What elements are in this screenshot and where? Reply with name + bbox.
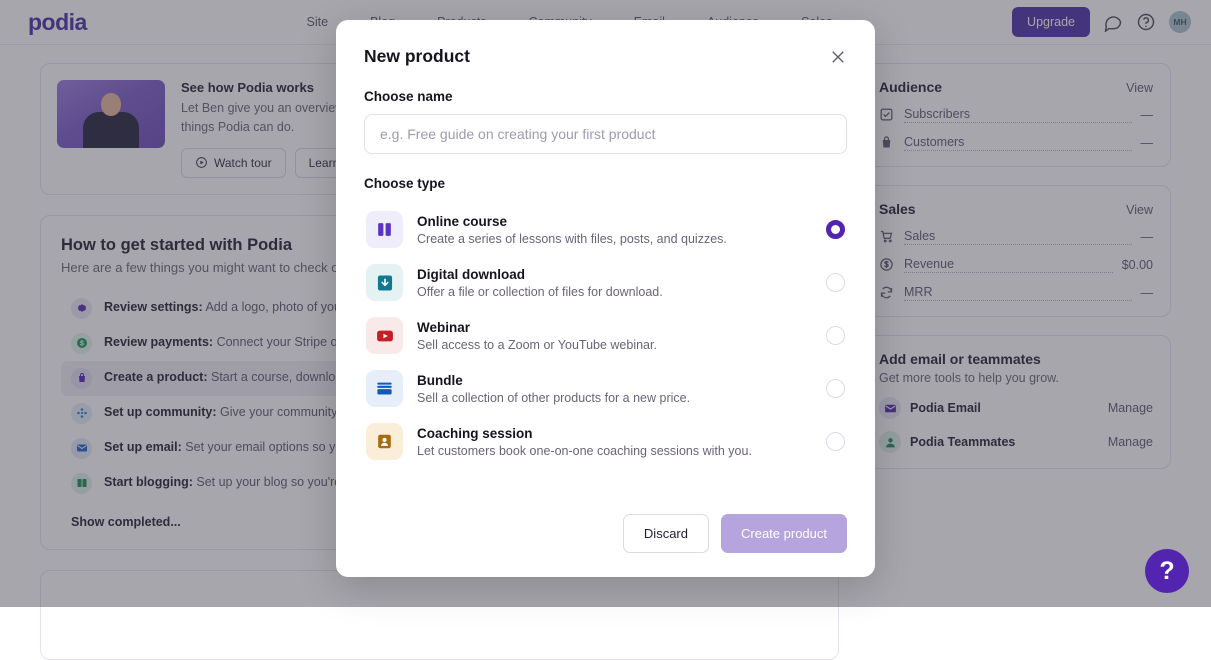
- course-columns-icon: [366, 211, 403, 248]
- option-text: Coaching session Let customers book one-o…: [417, 426, 812, 458]
- product-type-option[interactable]: Coaching session Let customers book one-o…: [364, 415, 847, 468]
- option-description: Offer a file or collection of files for …: [417, 285, 812, 299]
- option-description: Sell access to a Zoom or YouTube webinar…: [417, 338, 812, 352]
- option-name: Online course: [417, 214, 812, 229]
- discard-button[interactable]: Discard: [623, 514, 709, 553]
- choose-name-label: Choose name: [364, 89, 847, 104]
- option-radio[interactable]: [826, 273, 845, 292]
- option-radio[interactable]: [826, 379, 845, 398]
- choose-type-label: Choose type: [364, 176, 847, 191]
- option-name: Digital download: [417, 267, 812, 282]
- option-text: Online course Create a series of lessons …: [417, 214, 812, 246]
- option-name: Bundle: [417, 373, 812, 388]
- create-product-button[interactable]: Create product: [721, 514, 847, 553]
- option-description: Let customers book one-on-one coaching s…: [417, 444, 812, 458]
- modal-footer: Discard Create product: [364, 498, 847, 577]
- modal-header: New product: [364, 46, 847, 67]
- product-name-input[interactable]: [364, 114, 847, 154]
- option-text: Digital download Offer a file or collecti…: [417, 267, 812, 299]
- product-type-option[interactable]: Bundle Sell a collection of other product…: [364, 362, 847, 415]
- option-radio[interactable]: [826, 432, 845, 451]
- product-type-option[interactable]: Digital download Offer a file or collecti…: [364, 256, 847, 309]
- option-description: Create a series of lessons with files, p…: [417, 232, 812, 246]
- option-name: Webinar: [417, 320, 812, 335]
- close-icon[interactable]: [829, 48, 847, 66]
- product-type-options: Online course Create a series of lessons …: [364, 203, 847, 468]
- product-type-option[interactable]: Webinar Sell access to a Zoom or YouTube …: [364, 309, 847, 362]
- stack-icon: [366, 370, 403, 407]
- option-radio[interactable]: [826, 220, 845, 239]
- help-fab-button[interactable]: ?: [1145, 549, 1189, 593]
- option-name: Coaching session: [417, 426, 812, 441]
- option-description: Sell a collection of other products for …: [417, 391, 812, 405]
- product-type-option[interactable]: Online course Create a series of lessons …: [364, 203, 847, 256]
- person-badge-icon: [366, 423, 403, 460]
- option-radio[interactable]: [826, 326, 845, 345]
- play-icon: [366, 317, 403, 354]
- download-icon: [366, 264, 403, 301]
- new-product-modal: New product Choose name Choose type Onli…: [336, 20, 875, 577]
- option-text: Bundle Sell a collection of other product…: [417, 373, 812, 405]
- modal-title: New product: [364, 46, 470, 67]
- option-text: Webinar Sell access to a Zoom or YouTube …: [417, 320, 812, 352]
